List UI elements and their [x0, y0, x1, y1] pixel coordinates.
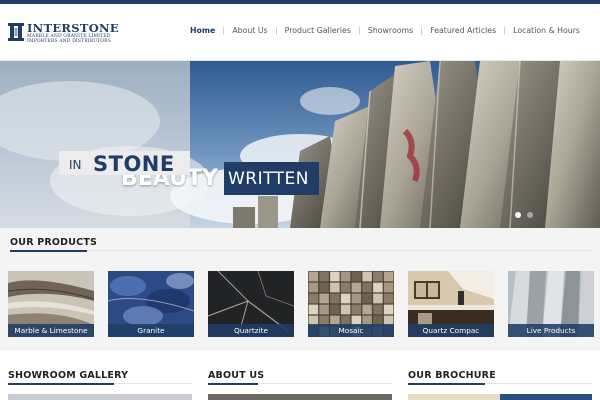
mosaic-chip — [319, 282, 329, 293]
about-us-divider — [258, 383, 392, 384]
mosaic-chip — [373, 271, 383, 282]
about-us-thumbnail[interactable] — [208, 394, 392, 400]
mosaic-chip — [351, 293, 362, 304]
mosaic-chip — [340, 282, 351, 293]
about-us-title: ABOUT US — [208, 370, 265, 381]
products-divider — [87, 250, 592, 251]
mosaic-chip — [330, 271, 340, 282]
our-brochure-underline — [408, 383, 485, 385]
mosaic-chip — [351, 282, 362, 293]
mosaic-chip — [330, 293, 340, 304]
mosaic-chip — [362, 282, 372, 293]
mosaic-chip — [330, 304, 340, 315]
mosaic-chip — [330, 282, 340, 293]
mosaic-chip — [340, 304, 351, 315]
mosaic-chip — [351, 304, 362, 315]
mosaic-chip — [319, 293, 329, 304]
brand-tagline-2: IMPORTERS AND DISTRIBUTORS — [27, 39, 111, 44]
hero-caption-box-text: WRITTEN — [227, 168, 310, 189]
showroom-gallery-divider — [114, 383, 192, 384]
hero-caption-big: STONE — [93, 152, 175, 176]
slider-dot[interactable] — [527, 212, 533, 218]
mosaic-chip — [362, 304, 372, 315]
mosaic-chip — [373, 282, 383, 293]
product-tile-mosaic[interactable]: Mosaic — [308, 271, 394, 337]
mosaic-chip — [362, 271, 372, 282]
product-label: Mosaic — [308, 324, 394, 337]
hero-slider[interactable]: BEAUTY WRITTEN — [0, 61, 600, 228]
mosaic-chip — [362, 293, 372, 304]
product-label: Quartzite — [208, 324, 294, 337]
nav-item-featured-articles[interactable]: Featured Articles — [422, 26, 504, 35]
site-logo[interactable]: INTERSTONE MARBLE AND GRANITE LIMITED IM… — [8, 21, 119, 46]
product-tile-quartzite[interactable]: Quartzite — [208, 271, 294, 337]
product-tile-marble-limestone[interactable]: Marble & Limestone — [8, 271, 94, 337]
hero-image — [0, 61, 600, 228]
mosaic-chip — [373, 304, 383, 315]
product-label: Live Products — [508, 324, 594, 337]
mosaic-chip — [340, 293, 351, 304]
mosaic-chip — [340, 271, 351, 282]
mosaic-chip — [351, 271, 362, 282]
product-tile-quartz-compac[interactable]: Quartz Compac — [408, 271, 494, 337]
products-title-underline — [10, 250, 87, 252]
mosaic-chip — [319, 304, 329, 315]
mosaic-chip — [308, 304, 319, 315]
pillar-logo-icon — [8, 23, 24, 41]
product-label: Marble & Limestone — [8, 324, 94, 337]
brand-name: INTERSTONE — [27, 21, 119, 35]
product-tile-live-products[interactable]: Live Products — [508, 271, 594, 337]
mosaic-chip — [308, 271, 319, 282]
products-title: OUR PRODUCTS — [10, 237, 98, 248]
product-label: Granite — [108, 324, 194, 337]
mosaic-chip — [383, 304, 394, 315]
nav-item-product-galleries[interactable]: Product Galleries — [277, 26, 359, 35]
nav-item-showrooms[interactable]: Showrooms — [360, 26, 421, 35]
about-us-underline — [208, 383, 258, 385]
mosaic-chip — [308, 282, 319, 293]
nav-item-home[interactable]: Home — [182, 26, 223, 35]
mosaic-chip — [373, 293, 383, 304]
product-tile-granite[interactable]: Granite — [108, 271, 194, 337]
site-header: INTERSTONE MARBLE AND GRANITE LIMITED IM… — [0, 4, 600, 61]
mosaic-chip — [308, 293, 319, 304]
showroom-gallery-title: SHOWROOM GALLERY — [8, 370, 129, 381]
slider-dot-active[interactable] — [515, 212, 521, 218]
nav-item-location-hours[interactable]: Location & Hours — [505, 26, 588, 35]
hero-caption-line2: IN STONE — [59, 151, 190, 176]
brochure-thumbnail[interactable] — [408, 394, 592, 400]
our-brochure-divider — [485, 383, 592, 384]
main-nav: Home About Us Product Galleries Showroom… — [182, 26, 588, 35]
mosaic-chip — [383, 282, 394, 293]
showroom-gallery-underline — [8, 383, 114, 385]
mosaic-chip — [383, 293, 394, 304]
nav-item-about-us[interactable]: About Us — [224, 26, 275, 35]
showroom-gallery-thumbnail[interactable] — [8, 394, 192, 400]
our-brochure-title: OUR BROCHURE — [408, 370, 496, 381]
product-label: Quartz Compac — [408, 324, 494, 337]
mosaic-chip — [319, 271, 329, 282]
hero-caption-box: WRITTEN — [223, 162, 320, 195]
hero-caption-small: IN — [69, 158, 82, 172]
mosaic-chip — [383, 271, 394, 282]
